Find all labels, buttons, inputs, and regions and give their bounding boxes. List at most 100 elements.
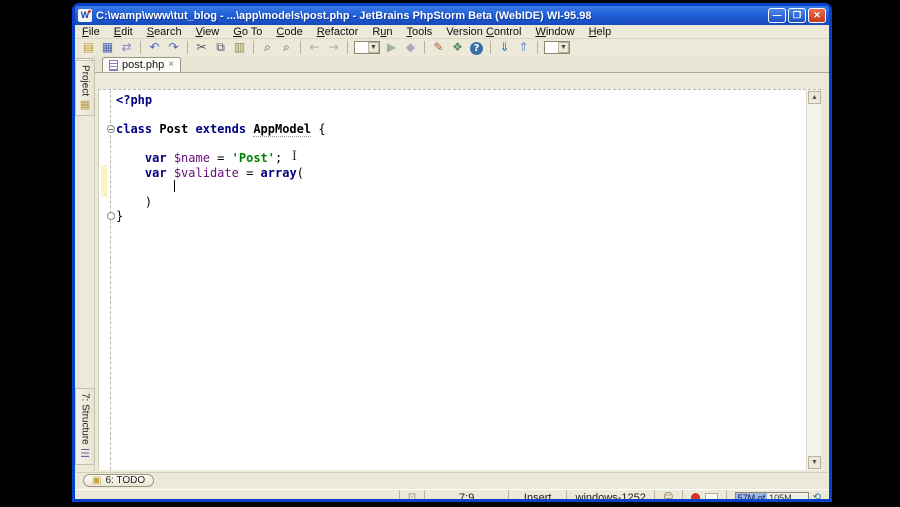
menu-tools[interactable]: Tools bbox=[400, 26, 440, 38]
window-title: C:\wamp\www\tut_blog - ...\app\models\po… bbox=[96, 9, 592, 22]
export-layout-icon[interactable]: ❖ bbox=[448, 40, 467, 56]
caret-position: 7:9 bbox=[459, 491, 475, 502]
settings-icon[interactable]: ✎ bbox=[429, 40, 448, 56]
structure-icon: ☰ bbox=[80, 447, 90, 460]
toolbar-separator bbox=[347, 41, 348, 54]
code-editor[interactable]: <?php class Post extends AppModel { var $… bbox=[98, 89, 821, 470]
tab-close-icon[interactable]: × bbox=[168, 60, 174, 70]
close-button[interactable]: ✕ bbox=[808, 8, 826, 23]
menu-bar: File Edit Search View Go To Code Refactor Run To… bbox=[75, 25, 829, 39]
changed-lines-marker bbox=[101, 165, 107, 197]
insert-mode: Insert bbox=[523, 491, 552, 502]
app-icon: W bbox=[78, 9, 92, 22]
project-icon: ▦ bbox=[79, 98, 91, 112]
tab-post-php[interactable]: post.php × bbox=[102, 57, 182, 72]
menu-code[interactable]: Code bbox=[269, 26, 309, 38]
title-bar[interactable]: W C:\wamp\www\tut_blog - ...\app\models\… bbox=[75, 6, 829, 25]
cut-icon[interactable]: ✂ bbox=[192, 40, 211, 56]
code-token: = bbox=[238, 165, 261, 180]
code-line-6[interactable]: var $validate = array( bbox=[116, 166, 805, 181]
tool-window-button-structure[interactable]: 7: Structure ☰ bbox=[75, 388, 95, 465]
caret-position-cell[interactable]: 7:9 bbox=[424, 490, 508, 502]
menu-refactor[interactable]: Refactor bbox=[310, 26, 366, 38]
editor-scrollbar[interactable]: ▲ ▼ bbox=[806, 90, 821, 470]
php-file-icon bbox=[109, 59, 118, 71]
menu-search[interactable]: Search bbox=[140, 26, 189, 38]
menu-file[interactable]: File bbox=[75, 26, 107, 38]
code-token: ) bbox=[116, 194, 153, 209]
code-line-3[interactable]: class Post extends AppModel { bbox=[116, 122, 805, 137]
debug-icon[interactable]: ◆ bbox=[401, 40, 420, 56]
save-icon[interactable]: ▦ bbox=[98, 40, 117, 56]
project-tool-label: Project bbox=[79, 65, 91, 97]
scroll-up-icon[interactable]: ▲ bbox=[808, 91, 821, 104]
maximize-button[interactable]: ❐ bbox=[788, 8, 806, 23]
back-icon[interactable]: ← bbox=[305, 40, 324, 56]
todo-icon: ▣ bbox=[92, 475, 102, 486]
status-bar: ⊡ 7:9 Insert windows-1252 ☺ 57M of 105M … bbox=[75, 489, 829, 502]
menu-view[interactable]: View bbox=[189, 26, 227, 38]
forward-icon[interactable]: → bbox=[324, 40, 343, 56]
minimize-button[interactable]: — bbox=[768, 8, 786, 23]
scroll-down-icon[interactable]: ▼ bbox=[808, 456, 821, 469]
run-config-icon[interactable]: ▼ bbox=[354, 41, 380, 54]
code-area[interactable]: <?php class Post extends AppModel { var $… bbox=[116, 93, 805, 224]
code-token: <?php bbox=[116, 93, 153, 107]
text-caret bbox=[173, 180, 175, 192]
menu-edit[interactable]: Edit bbox=[107, 26, 140, 38]
synchronize-icon[interactable]: ⇄ bbox=[117, 40, 136, 56]
highlighting-level-cell[interactable]: ☺ bbox=[654, 490, 681, 502]
hector-inspector-icon: ☺ bbox=[663, 492, 674, 502]
memory-bar[interactable]: 57M of 105M bbox=[734, 491, 809, 502]
menu-version-control[interactable]: Version Control bbox=[439, 26, 528, 38]
toolbar-separator bbox=[537, 41, 538, 54]
screen-background: W C:\wamp\www\tut_blog - ...\app\models\… bbox=[0, 0, 900, 507]
menu-help[interactable]: Help bbox=[582, 26, 619, 38]
fold-end-icon[interactable] bbox=[107, 212, 115, 220]
memory-total: 105M bbox=[769, 492, 792, 502]
help-icon[interactable]: ? bbox=[467, 40, 486, 56]
toolbar-separator bbox=[253, 41, 254, 54]
code-token: AppModel bbox=[253, 122, 312, 137]
code-line-2[interactable] bbox=[116, 108, 805, 123]
code-line-7[interactable] bbox=[116, 180, 805, 195]
editor-tab-strip: post.php × bbox=[95, 56, 829, 73]
menu-window[interactable]: Window bbox=[528, 26, 581, 38]
menu-go-to[interactable]: Go To bbox=[226, 26, 269, 38]
open-icon[interactable]: ▤ bbox=[79, 40, 98, 56]
undo-icon[interactable]: ↶ bbox=[145, 40, 164, 56]
tool-window-button-project[interactable]: Project ▦ bbox=[75, 60, 95, 117]
encoding-cell[interactable]: windows-1252 bbox=[566, 490, 654, 499]
more-icon[interactable]: ▼ bbox=[544, 41, 570, 54]
notifications-cell[interactable] bbox=[681, 490, 726, 499]
redo-icon[interactable]: ↷ bbox=[164, 40, 183, 56]
menu-run[interactable]: Run bbox=[365, 26, 399, 38]
replace-icon[interactable]: ⌕ bbox=[277, 40, 296, 56]
code-line-4[interactable] bbox=[116, 137, 805, 152]
code-token: ( bbox=[296, 165, 304, 180]
update-project-icon[interactable]: ⇓ bbox=[495, 40, 514, 56]
code-line-9[interactable]: } bbox=[116, 209, 805, 224]
status-toggle-cell[interactable]: ⊡ bbox=[398, 490, 424, 499]
copy-icon[interactable]: ⧉ bbox=[211, 40, 230, 56]
code-token: $validate bbox=[173, 165, 239, 180]
code-line-5[interactable]: var $name = 'Post'; bbox=[116, 151, 805, 166]
code-line-8[interactable]: ) bbox=[116, 195, 805, 210]
paste-icon[interactable]: ▥ bbox=[230, 40, 249, 56]
run-icon[interactable]: ▶ bbox=[382, 40, 401, 56]
toolbar-separator bbox=[140, 41, 141, 54]
toolbar-separator bbox=[490, 41, 491, 54]
find-icon[interactable]: ⌕ bbox=[258, 40, 277, 56]
tool-window-button-todo[interactable]: ▣ 6: TODO bbox=[83, 474, 155, 487]
commit-changes-icon[interactable]: ⇑ bbox=[514, 40, 533, 56]
phpstorm-window: W C:\wamp\www\tut_blog - ...\app\models\… bbox=[72, 3, 832, 502]
garbage-collect-icon[interactable]: ⟲ bbox=[813, 492, 821, 499]
insert-mode-cell[interactable]: Insert bbox=[508, 490, 566, 502]
fold-collapse-icon[interactable] bbox=[107, 125, 115, 133]
memory-indicator-cell[interactable]: 57M of 105M ⟲ bbox=[725, 490, 829, 502]
code-line-1[interactable]: <?php bbox=[116, 93, 805, 108]
tab-label: post.php bbox=[122, 59, 165, 71]
